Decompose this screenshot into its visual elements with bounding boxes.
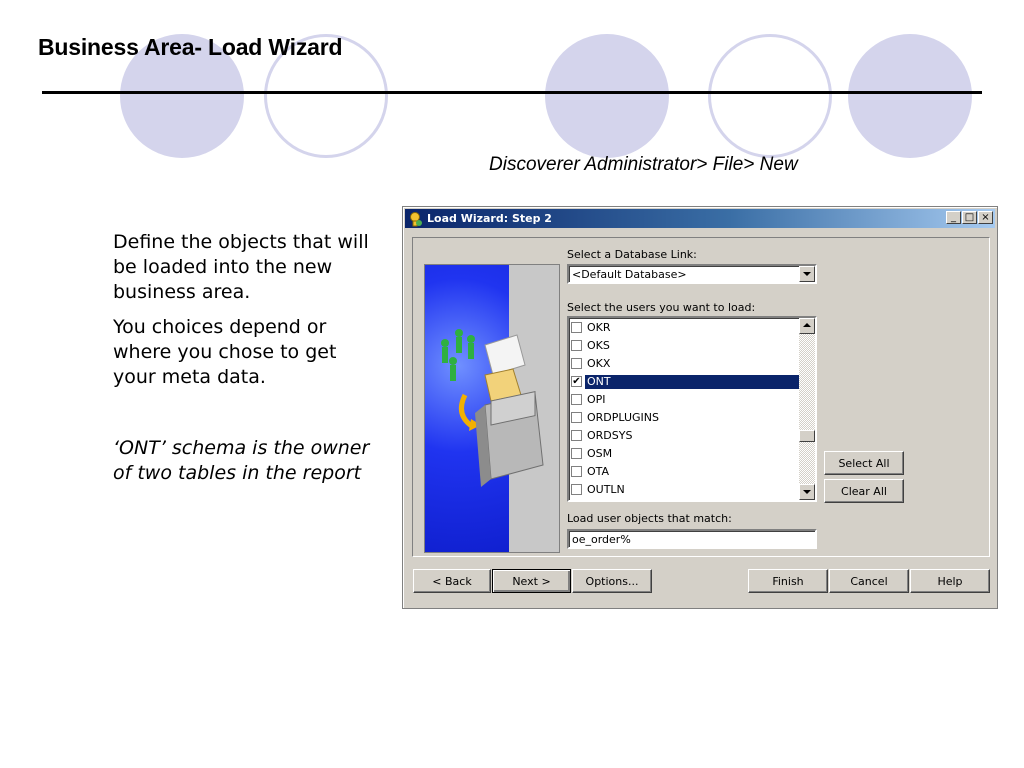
user-label: OKX [587, 357, 611, 370]
user-label: ONT [585, 375, 799, 389]
database-link-value: <Default Database> [572, 268, 687, 281]
options-button[interactable]: Options... [572, 569, 652, 593]
decor-circle [708, 34, 832, 158]
user-checkbox[interactable] [571, 412, 582, 423]
user-label: OUTLN [587, 483, 625, 496]
user-list-item[interactable]: ORDSYS [569, 427, 799, 445]
finish-button[interactable]: Finish [748, 569, 828, 593]
close-button[interactable]: × [978, 211, 993, 224]
title-rule [42, 91, 982, 94]
users-scrollbar[interactable] [799, 318, 815, 500]
user-label: OSM [587, 447, 613, 460]
user-checkbox[interactable] [571, 394, 582, 405]
wizard-illustration [424, 264, 560, 553]
match-pattern-input[interactable]: oe_order% [567, 529, 817, 549]
user-label: ORDPLUGINS [587, 411, 660, 424]
scroll-up-button[interactable] [799, 318, 815, 334]
user-list-item[interactable]: ✔ ONT [569, 373, 799, 391]
match-label: Load user objects that match: [567, 512, 732, 525]
user-label: OKR [587, 321, 611, 334]
schema-note: ‘ONT’ schema is the owner of two tables … [113, 437, 370, 484]
database-link-label: Select a Database Link: [567, 248, 697, 261]
scroll-up-icon [803, 323, 811, 327]
user-label: OPI [587, 393, 606, 406]
description-paragraph: You choices depend or where you chose to… [113, 316, 337, 388]
decor-circle [848, 34, 972, 158]
match-pattern-value: oe_order% [572, 533, 631, 546]
next-button[interactable]: Next > [492, 569, 571, 593]
user-checkbox[interactable] [571, 448, 582, 459]
user-checkbox[interactable] [571, 322, 582, 333]
description-paragraph: Define the objects that will be loaded i… [113, 231, 369, 303]
wizard-app-icon [410, 212, 422, 227]
user-label: OTA [587, 465, 610, 478]
back-button[interactable]: < Back [413, 569, 491, 593]
user-checkbox[interactable] [571, 484, 582, 495]
dropdown-button[interactable] [799, 266, 815, 282]
user-list-item[interactable]: OKX [569, 355, 799, 373]
help-button[interactable]: Help [910, 569, 990, 593]
users-list: OKR OKS OKX ✔ ONT OPI ORDPLUGINS ORDSYS OSM OTA OU… [569, 319, 799, 499]
cancel-button[interactable]: Cancel [829, 569, 909, 593]
load-wizard-window: Load Wizard: Step 2 _ □ × Select a Datab… [402, 206, 998, 609]
user-checkbox[interactable] [571, 358, 582, 369]
user-list-item[interactable]: OKS [569, 337, 799, 355]
user-label: OKS [587, 339, 610, 352]
window-titlebar[interactable]: Load Wizard: Step 2 _ □ × [405, 209, 995, 228]
user-list-item[interactable]: OSM [569, 445, 799, 463]
window-title: Load Wizard: Step 2 [427, 212, 552, 225]
maximize-button[interactable]: □ [962, 211, 977, 224]
user-checkbox[interactable] [571, 340, 582, 351]
user-checkbox[interactable] [571, 466, 582, 477]
slide-title: Business Area- Load Wizard [38, 34, 343, 60]
clear-all-button[interactable]: Clear All [824, 479, 904, 503]
slide-description: Define the objects that will be loaded i… [113, 230, 375, 496]
user-list-item[interactable]: OPI [569, 391, 799, 409]
scroll-thumb[interactable] [799, 430, 815, 442]
scroll-down-button[interactable] [799, 484, 815, 500]
user-list-item[interactable]: OUTLN [569, 481, 799, 499]
database-link-select[interactable]: <Default Database> [567, 264, 817, 284]
select-all-button[interactable]: Select All [824, 451, 904, 475]
decor-circle [545, 34, 669, 158]
scroll-down-icon [803, 490, 811, 494]
user-label: ORDSYS [587, 429, 633, 442]
user-checkbox[interactable]: ✔ [571, 376, 582, 387]
user-list-item[interactable]: ORDPLUGINS [569, 409, 799, 427]
users-listbox[interactable]: OKR OKS OKX ✔ ONT OPI ORDPLUGINS ORDSYS OSM OTA OU… [567, 316, 817, 502]
file-cabinet-illustration-icon [441, 329, 544, 487]
user-list-item[interactable]: OKR [569, 319, 799, 337]
slide-subtitle: Discoverer Administrator> File> New [489, 154, 798, 175]
user-checkbox[interactable] [571, 430, 582, 441]
user-list-item[interactable]: OTA [569, 463, 799, 481]
users-label: Select the users you want to load: [567, 301, 756, 314]
chevron-down-icon [803, 272, 811, 276]
minimize-button[interactable]: _ [946, 211, 961, 224]
